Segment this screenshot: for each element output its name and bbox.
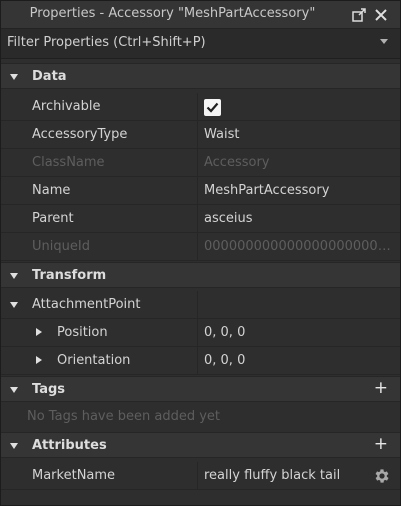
chevron-down-icon[interactable]: [380, 39, 388, 44]
column-divider: [197, 462, 198, 489]
archivable-checkbox[interactable]: [204, 99, 221, 116]
tags-empty-text: No Tags have been added yet: [27, 409, 221, 424]
prop-name: MarketName: [32, 468, 116, 483]
prop-value[interactable]: MeshPartAccessory: [204, 183, 394, 198]
prop-name: UniqueId: [32, 239, 90, 254]
collapse-arrow-icon[interactable]: [10, 74, 18, 80]
prop-name-row[interactable]: Name MeshPartAccessory: [1, 177, 400, 205]
collapse-arrow-icon[interactable]: [10, 273, 18, 279]
prop-value: 0000000000000000000000000000: [204, 239, 394, 254]
collapse-arrow-icon[interactable]: [10, 443, 18, 449]
prop-name: Archivable: [32, 99, 101, 114]
prop-name: Parent: [32, 211, 74, 226]
column-divider: [197, 93, 198, 120]
tags-empty-message: No Tags have been added yet: [1, 403, 400, 431]
prop-class-name: ClassName Accessory: [1, 149, 400, 177]
section-attributes-label: Attributes: [32, 438, 107, 453]
column-divider: [197, 205, 198, 232]
column-divider: [197, 233, 198, 260]
prop-parent[interactable]: Parent asceius: [1, 205, 400, 233]
prop-name: Orientation: [57, 353, 131, 368]
prop-unique-id: UniqueId 0000000000000000000000000000: [1, 233, 400, 261]
section-attributes[interactable]: Attributes +: [1, 432, 400, 458]
column-divider: [197, 121, 198, 148]
section-data[interactable]: Data: [1, 63, 400, 89]
expand-arrow-icon[interactable]: [36, 356, 42, 364]
add-attribute-icon[interactable]: +: [374, 435, 388, 453]
expand-arrow-icon[interactable]: [10, 302, 18, 308]
column-divider: [197, 347, 198, 374]
prop-position[interactable]: Position 0, 0, 0: [1, 319, 400, 347]
prop-attachment-point[interactable]: AttachmentPoint: [1, 291, 400, 319]
prop-name: ClassName: [32, 155, 105, 170]
prop-value[interactable]: asceius: [204, 211, 394, 226]
undock-icon[interactable]: [351, 7, 367, 23]
close-icon[interactable]: [373, 7, 389, 23]
section-transform-label: Transform: [32, 268, 107, 283]
section-transform[interactable]: Transform: [1, 262, 400, 288]
attribute-market-name[interactable]: MarketName really fluffy black tail: [1, 462, 400, 490]
gear-icon[interactable]: [373, 467, 391, 485]
column-divider: [197, 177, 198, 204]
prop-value: Accessory: [204, 155, 270, 170]
prop-value[interactable]: really fluffy black tail: [204, 468, 369, 483]
filter-properties-input[interactable]: Filter Properties (Ctrl+Shift+P): [1, 29, 400, 59]
prop-value[interactable]: 0, 0, 0: [204, 353, 394, 368]
prop-name: Name: [32, 183, 71, 198]
section-tags-label: Tags: [32, 382, 66, 397]
expand-arrow-icon[interactable]: [36, 328, 42, 336]
prop-accessory-type[interactable]: AccessoryType Waist: [1, 121, 400, 149]
prop-value[interactable]: 0, 0, 0: [204, 325, 394, 340]
collapse-arrow-icon[interactable]: [10, 387, 18, 393]
properties-window: Properties - Accessory "MeshPartAccessor…: [0, 0, 401, 506]
prop-name: AccessoryType: [32, 127, 128, 142]
prop-name: Position: [57, 325, 108, 340]
prop-value[interactable]: Waist: [204, 127, 394, 142]
column-divider: [197, 149, 198, 176]
add-tag-icon[interactable]: +: [374, 379, 388, 397]
section-tags[interactable]: Tags +: [1, 376, 400, 402]
prop-name: AttachmentPoint: [32, 297, 141, 312]
title-bar: Properties - Accessory "MeshPartAccessor…: [1, 1, 400, 29]
window-title: Properties - Accessory "MeshPartAccessor…: [29, 6, 316, 21]
column-divider: [197, 319, 198, 346]
prop-archivable[interactable]: Archivable: [1, 93, 400, 121]
prop-orientation[interactable]: Orientation 0, 0, 0: [1, 347, 400, 375]
checkmark-icon: [206, 102, 219, 113]
section-data-label: Data: [32, 69, 67, 84]
filter-placeholder: Filter Properties (Ctrl+Shift+P): [7, 35, 206, 50]
column-divider: [197, 291, 198, 318]
